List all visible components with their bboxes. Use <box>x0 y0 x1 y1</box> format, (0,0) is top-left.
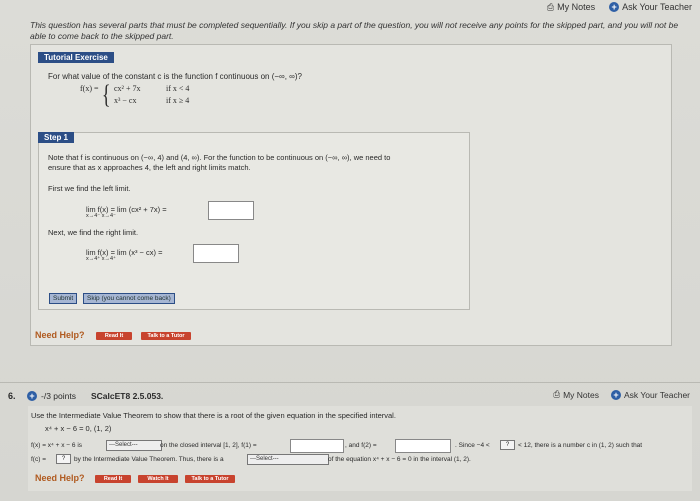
need-help-label-2: Need Help? <box>35 473 85 483</box>
q6-ask-teacher-link[interactable]: + Ask Your Teacher <box>611 389 690 400</box>
step-note-line-1: Note that f is continuous on (−∞, 4) and… <box>48 153 391 162</box>
question-divider <box>0 382 700 383</box>
piece-1-condition: if x < 4 <box>166 84 190 93</box>
my-notes-link[interactable]: ⎙ My Notes <box>547 2 595 13</box>
step-1-tab: Step 1 <box>38 132 75 143</box>
q6-instruction: Use the Intermediate Value Theorem to sh… <box>31 411 396 420</box>
expand-plus-icon: + <box>27 391 37 401</box>
piecewise-function: f(x) = { cx² + 7x if x < 4 x³ − cx if x … <box>80 80 189 109</box>
read-it-button-2[interactable]: Read It <box>95 475 131 483</box>
top-links: ⎙ My Notes + Ask Your Teacher <box>547 0 692 14</box>
skip-button[interactable]: Skip (you cannot come back) <box>83 293 175 304</box>
q6-line2-c: of the equation x⁴ + x − 6 = 0 in the in… <box>328 456 471 463</box>
question-6-points[interactable]: + -/3 points <box>27 391 76 401</box>
notes-icon: ⎙ <box>553 389 561 399</box>
talk-tutor-button-2[interactable]: Talk to a Tutor <box>185 475 235 483</box>
ask-teacher-link[interactable]: + Ask Your Teacher <box>609 2 692 12</box>
piece-2-condition: if x ≥ 4 <box>166 96 190 105</box>
q6-line1-b: on the closed interval [1, 2], f(1) = <box>160 442 257 449</box>
q6-line1-e: < 12, there is a number c in (1, 2) such… <box>518 442 643 449</box>
step-note-line-2: ensure that as x approaches 4, the left … <box>48 163 251 172</box>
question-6-number: 6. <box>8 391 16 401</box>
root-select[interactable]: ---Select--- <box>247 454 329 465</box>
continuity-select[interactable]: ---Select--- <box>106 440 162 451</box>
fc-select[interactable]: ? <box>56 454 71 464</box>
sequential-warning: This question has several parts that mus… <box>30 20 679 41</box>
need-help-label-1: Need Help? <box>35 330 85 340</box>
q6-line1-d: . Since −4 < <box>455 442 490 449</box>
q6-line2-a: f(c) = <box>31 456 46 463</box>
talk-tutor-button-1[interactable]: Talk to a Tutor <box>141 332 191 340</box>
q6-equation: x⁴ + x − 6 = 0, (1, 2) <box>45 424 112 433</box>
q6-line1-a: f(x) = x⁴ + x − 6 is <box>31 442 83 449</box>
tutorial-header: Tutorial Exercise <box>38 52 114 63</box>
page: ⎙ My Notes + Ask Your Teacher This questio… <box>0 0 700 501</box>
inequality-select[interactable]: ? <box>500 440 515 450</box>
q6-line1-c: , and f(2) = <box>345 442 377 449</box>
plus-icon: + <box>609 2 620 12</box>
first-left-limit-text: First we find the left limit. <box>48 184 131 193</box>
plus-icon: + <box>611 389 621 400</box>
piece-2-expression: x³ − cx <box>114 96 137 105</box>
next-right-limit-text: Next, we find the right limit. <box>48 228 139 237</box>
notes-icon: ⎙ <box>546 1 555 12</box>
question-6-links: ⎙ My Notes + Ask Your Teacher <box>553 389 690 400</box>
right-limit-input[interactable] <box>193 244 239 263</box>
piece-1-expression: cx² + 7x <box>114 84 141 93</box>
right-limit-subscript: x→4⁺ x→4⁺ <box>86 256 116 262</box>
f2-input[interactable] <box>395 439 451 453</box>
q6-line2-b: by the Intermediate Value Theorem. Thus,… <box>74 456 224 463</box>
question-6-source: SCalcET8 2.5.053. <box>91 391 164 401</box>
left-limit-input[interactable] <box>208 201 254 220</box>
f1-input[interactable] <box>290 439 344 453</box>
brace-icon: { <box>101 80 111 109</box>
watch-it-button-2[interactable]: Watch It <box>138 475 178 483</box>
read-it-button-1[interactable]: Read It <box>96 332 132 340</box>
tutorial-question: For what value of the constant c is the … <box>48 72 302 81</box>
submit-button[interactable]: Submit <box>49 293 78 304</box>
q6-my-notes-link[interactable]: ⎙ My Notes <box>553 389 599 400</box>
function-label: f(x) = <box>80 84 99 93</box>
left-limit-subscript: x→4⁻ x→4⁻ <box>86 213 116 219</box>
